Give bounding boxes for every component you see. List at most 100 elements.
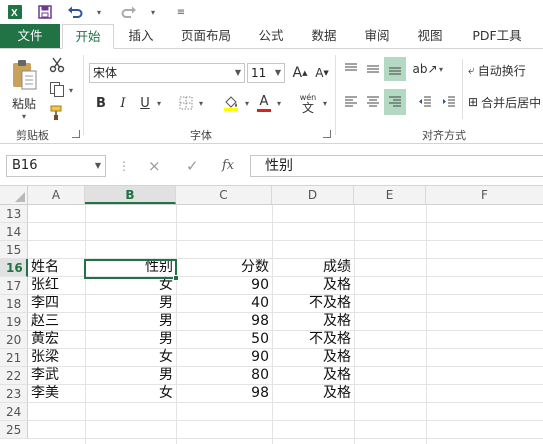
tab-page-layout[interactable]: 页面布局	[172, 24, 240, 48]
customize-qat-icon[interactable]: ≡	[170, 1, 192, 23]
cell-c[interactable]: 90	[176, 276, 272, 294]
grow-font-button[interactable]: A ▲	[290, 63, 310, 83]
cell-a[interactable]: 姓名	[28, 258, 85, 276]
cell-b[interactable]: 男	[85, 366, 176, 384]
cell-c[interactable]	[176, 240, 272, 258]
tab-pdf-tools[interactable]: PDF工具	[462, 24, 532, 48]
align-left-icon[interactable]	[340, 91, 362, 113]
tab-view[interactable]: 视图	[408, 24, 452, 48]
row-header[interactable]: 16	[0, 259, 28, 277]
font-name-select[interactable]: 宋体 ▼	[89, 63, 245, 83]
copy-dropdown-icon[interactable]: ▾	[67, 85, 75, 95]
cell-a[interactable]: 李美	[28, 384, 85, 402]
cell-d[interactable]: 成绩	[272, 258, 354, 276]
fill-color-dropdown-icon[interactable]: ▾	[243, 98, 251, 108]
clipboard-launcher-icon[interactable]	[72, 130, 80, 138]
align-bottom-icon[interactable]	[384, 57, 406, 81]
phonetic-button[interactable]: wén 文	[296, 91, 320, 115]
cell-b[interactable]	[85, 204, 176, 222]
cell-c[interactable]: 分数	[176, 258, 272, 276]
column-header-a[interactable]: A	[28, 186, 85, 204]
paste-dropdown-icon[interactable]: ▾	[16, 111, 32, 121]
cell-a[interactable]	[28, 420, 85, 438]
font-color-button[interactable]: A	[254, 93, 274, 113]
cell-d[interactable]	[272, 222, 354, 240]
save-icon[interactable]	[34, 1, 56, 23]
cell-b[interactable]	[85, 420, 176, 438]
borders-icon[interactable]	[176, 93, 196, 113]
cell-a[interactable]: 李武	[28, 366, 85, 384]
orientation-dropdown-icon[interactable]: ▾	[437, 64, 445, 74]
redo-icon[interactable]	[118, 1, 140, 23]
cell-a[interactable]	[28, 402, 85, 420]
redo-dropdown-icon[interactable]: ▾	[142, 1, 164, 23]
row-header[interactable]: 24	[0, 403, 28, 421]
align-center-icon[interactable]	[362, 91, 384, 113]
font-color-dropdown-icon[interactable]: ▾	[275, 98, 283, 108]
merge-center-button[interactable]: ⊞ 合并后居中	[468, 91, 543, 113]
cell-c[interactable]: 80	[176, 366, 272, 384]
cell-c[interactable]	[176, 420, 272, 438]
insert-function-button[interactable]: fx	[222, 155, 234, 177]
row-header[interactable]: 25	[0, 421, 28, 439]
cell-d[interactable]: 及格	[272, 276, 354, 294]
cell-c[interactable]: 90	[176, 348, 272, 366]
cell-a[interactable]: 黄宏	[28, 330, 85, 348]
cell-a[interactable]: 赵三	[28, 312, 85, 330]
underline-button[interactable]: U	[136, 93, 154, 113]
cell-b[interactable]	[85, 222, 176, 240]
paste-button[interactable]: 粘贴	[6, 95, 42, 111]
cell-b[interactable]: 男	[85, 330, 176, 348]
cell-d[interactable]: 及格	[272, 384, 354, 402]
row-header[interactable]: 18	[0, 295, 28, 313]
tab-formulas[interactable]: 公式	[250, 24, 292, 48]
row-header[interactable]: 22	[0, 367, 28, 385]
cell-c[interactable]	[176, 204, 272, 222]
cell-a[interactable]	[28, 240, 85, 258]
name-box[interactable]: B16 ▼	[6, 155, 106, 177]
cell-a[interactable]: 张红	[28, 276, 85, 294]
cell-a[interactable]	[28, 204, 85, 222]
fill-handle[interactable]	[173, 275, 179, 281]
orientation-icon[interactable]: ab↗	[412, 59, 437, 79]
undo-dropdown-icon[interactable]: ▾	[88, 1, 110, 23]
row-header[interactable]: 14	[0, 223, 28, 241]
cell-c[interactable]	[176, 402, 272, 420]
align-right-icon[interactable]	[384, 89, 406, 115]
italic-button[interactable]: I	[114, 93, 132, 113]
font-size-select[interactable]: 11 ▼	[247, 63, 285, 83]
format-painter-icon[interactable]	[46, 103, 68, 123]
cell-d[interactable]: 及格	[272, 348, 354, 366]
copy-icon[interactable]	[46, 79, 68, 99]
cell-d[interactable]: 及格	[272, 366, 354, 384]
row-header[interactable]: 13	[0, 205, 28, 223]
column-header-d[interactable]: D	[272, 186, 354, 204]
tab-file[interactable]: 文件	[0, 24, 60, 48]
phonetic-dropdown-icon[interactable]: ▾	[321, 98, 329, 108]
fill-color-icon[interactable]	[220, 93, 242, 113]
cell-d[interactable]	[272, 420, 354, 438]
borders-dropdown-icon[interactable]: ▾	[197, 98, 205, 108]
underline-dropdown-icon[interactable]: ▾	[155, 98, 163, 108]
column-header-c[interactable]: C	[176, 186, 272, 204]
cell-c[interactable]: 40	[176, 294, 272, 312]
cell-b[interactable]: 男	[85, 294, 176, 312]
cell-c[interactable]: 50	[176, 330, 272, 348]
cell-b[interactable]: 女	[85, 348, 176, 366]
column-header-f[interactable]: F	[426, 186, 543, 204]
tab-insert[interactable]: 插入	[118, 24, 164, 48]
cell-d[interactable]: 及格	[272, 312, 354, 330]
cell-b[interactable]: 男	[85, 312, 176, 330]
cut-icon[interactable]	[46, 55, 68, 75]
cell-a[interactable]: 李四	[28, 294, 85, 312]
column-header-b[interactable]: B	[85, 186, 176, 204]
enter-icon[interactable]: ✓	[186, 155, 199, 177]
cell-c[interactable]: 98	[176, 384, 272, 402]
tab-data[interactable]: 数据	[302, 24, 346, 48]
cell-d[interactable]	[272, 402, 354, 420]
column-header-e[interactable]: E	[354, 186, 426, 204]
cell-b[interactable]	[85, 402, 176, 420]
cell-b[interactable]: 女	[85, 384, 176, 402]
formula-input[interactable]: 性别	[250, 155, 543, 177]
cell-d[interactable]	[272, 240, 354, 258]
